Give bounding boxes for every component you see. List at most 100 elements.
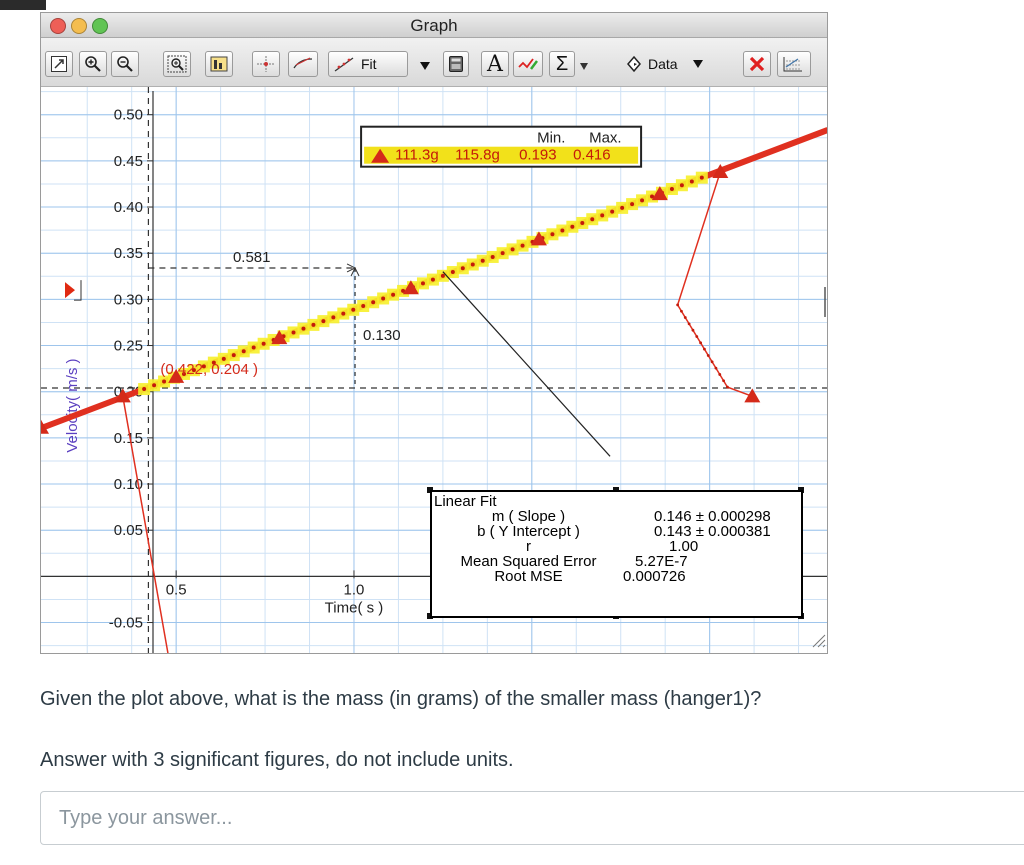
- y-tick-label: 0.40: [114, 199, 143, 216]
- data-point: [381, 296, 386, 301]
- slope-label: m ( Slope ): [491, 508, 566, 525]
- data-point: [510, 247, 515, 252]
- data-point: [691, 328, 695, 332]
- data-point: [640, 198, 645, 203]
- graph-layout-button[interactable]: [777, 51, 811, 77]
- graph-layout-icon: [783, 57, 802, 72]
- fit-dropdown[interactable]: [419, 58, 431, 76]
- data-point: [351, 307, 356, 312]
- tangent-icon: [293, 57, 313, 69]
- data-point: [231, 353, 236, 358]
- y-tick-label: 0.45: [114, 153, 143, 170]
- series-marker-key: [65, 282, 75, 299]
- stats-max-header: Max.: [589, 130, 622, 147]
- calculator-icon: [449, 56, 463, 72]
- y-tick-label: -0.05: [109, 615, 143, 632]
- data-point: [261, 341, 266, 346]
- statistics-icon: [210, 56, 228, 72]
- data-point: [610, 209, 615, 214]
- stats-dropdown[interactable]: [579, 59, 589, 77]
- calculator-button[interactable]: [443, 51, 469, 77]
- fit-button[interactable]: Fit: [328, 51, 408, 77]
- toolbar: Fit A Σ Data: [41, 38, 827, 87]
- chevron-down-icon: [580, 63, 588, 70]
- examine-point-label: (0.422, 0.204 ): [160, 361, 258, 378]
- fit-label: Fit: [361, 56, 377, 72]
- data-point: [710, 360, 714, 364]
- title-bar: Graph: [41, 13, 827, 38]
- data-point: [430, 277, 435, 282]
- stats-mass1: 111.3g: [395, 147, 439, 164]
- data-point: [291, 330, 296, 335]
- zoom-out-button[interactable]: [111, 51, 139, 77]
- chevron-down-icon: [420, 62, 430, 70]
- graph-options-button[interactable]: [45, 51, 73, 77]
- chevron-down-icon: [692, 60, 703, 68]
- linear-fit-box: Linear Fit m ( Slope ) b ( Y Intercept )…: [430, 490, 803, 618]
- mse-label: Mean Squared Error: [460, 553, 597, 570]
- draw-prediction-button[interactable]: [513, 51, 543, 77]
- instruction-text: Answer with 3 significant figures, do no…: [40, 749, 514, 771]
- data-point: [714, 366, 718, 370]
- data-point: [470, 262, 475, 267]
- corner-tab: [0, 0, 46, 10]
- sigma-label: Σ: [555, 52, 569, 75]
- expand-icon: [51, 56, 67, 72]
- data-set-selector[interactable]: Data: [625, 51, 725, 77]
- x-tick-label: 1.0: [344, 581, 365, 598]
- stats-min-header: Min.: [537, 130, 565, 147]
- data-pointer-icon: [627, 55, 641, 73]
- zoom-out-icon: [117, 56, 133, 72]
- strike-through-data-button[interactable]: [743, 51, 771, 77]
- data-point: [520, 243, 525, 248]
- data-point: [669, 187, 674, 192]
- close-icon: [749, 56, 765, 72]
- data-point: [676, 303, 680, 307]
- statistics-button[interactable]: [205, 51, 233, 77]
- data-point: [301, 326, 306, 331]
- data-point: [580, 220, 585, 225]
- data-point: [152, 383, 157, 388]
- x-tick-label: 0.5: [166, 581, 187, 598]
- integral-stats-button[interactable]: Σ: [549, 51, 575, 77]
- data-point: [689, 179, 694, 184]
- r-label: r: [526, 538, 531, 555]
- plot-area: 0.500.450.400.350.300.250.200.150.100.05…: [41, 87, 827, 653]
- text-annotation-button[interactable]: A: [481, 51, 509, 77]
- mse-value: 5.27E-7: [635, 553, 688, 570]
- data-point: [695, 335, 699, 338]
- examine-button[interactable]: [252, 51, 280, 77]
- data-point: [560, 228, 565, 233]
- data-point: [718, 373, 722, 376]
- rmse-value: 0.000726: [623, 568, 686, 585]
- data-point: [162, 379, 167, 384]
- data-point: [371, 300, 376, 305]
- data-point: [460, 266, 465, 271]
- data-point: [440, 273, 445, 278]
- data-point: [687, 322, 691, 326]
- data-point: [420, 281, 425, 286]
- y-tick-label: 0.50: [114, 107, 143, 124]
- slope-value: 0.146 ± 0.000298: [654, 508, 771, 525]
- intercept-label: b ( Y Intercept ): [477, 523, 580, 540]
- r-value: 1.00: [669, 538, 699, 555]
- data-point: [361, 304, 366, 309]
- data-point: [500, 251, 505, 256]
- data-point: [311, 322, 316, 327]
- data-point: [620, 205, 625, 210]
- autoscale-button[interactable]: [163, 51, 191, 77]
- zoom-in-button[interactable]: [79, 51, 107, 77]
- text-tool-label: A: [487, 51, 503, 77]
- data-point: [490, 254, 495, 259]
- data-point: [321, 319, 326, 324]
- y-tick-label: 0.30: [114, 291, 143, 308]
- question-text: Given the plot above, what is the mass (…: [40, 688, 762, 710]
- data-label: Data: [648, 56, 678, 72]
- data-point: [679, 183, 684, 188]
- data-point: [590, 217, 595, 222]
- intercept-value: 0.143 ± 0.000381: [654, 523, 771, 540]
- post-stop-drop: [676, 171, 753, 398]
- tangent-button[interactable]: [288, 51, 318, 77]
- answer-input[interactable]: [40, 791, 1024, 845]
- data-point: [142, 387, 147, 392]
